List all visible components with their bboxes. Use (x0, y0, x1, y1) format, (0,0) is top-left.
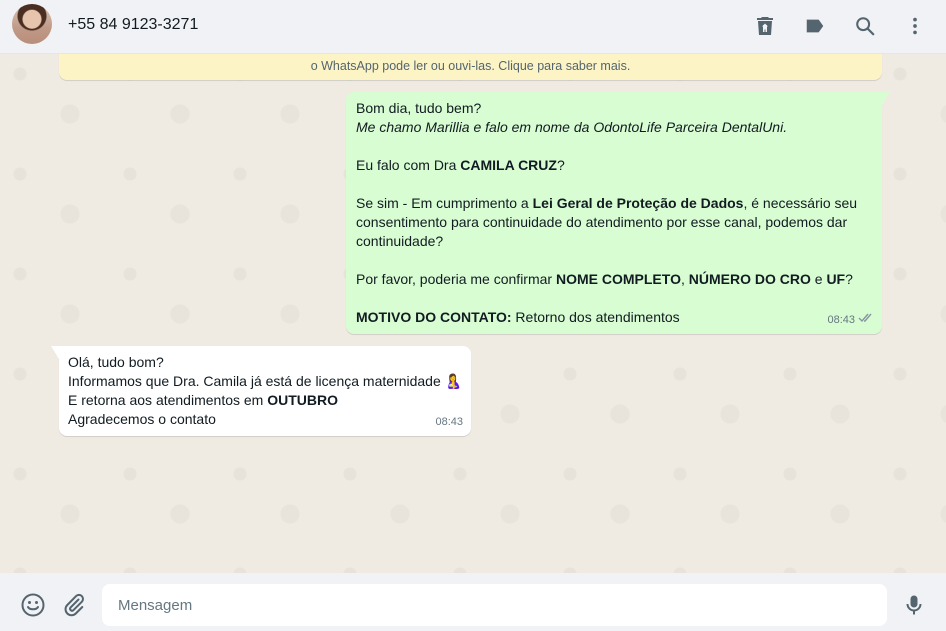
outgoing-message[interactable]: Bom dia, tudo bem? Me chamo Marillia e f… (346, 92, 890, 334)
bubble-tail (882, 92, 890, 105)
bold-text: CAMILA CRUZ (460, 157, 557, 173)
chat-area[interactable]: o WhatsApp pode ler ou ouvi-las. Clique … (0, 54, 946, 573)
label-icon[interactable] (803, 14, 827, 38)
search-icon[interactable] (853, 14, 877, 38)
message-line: continuidade? (356, 233, 444, 249)
encryption-notice-text: o WhatsApp pode ler ou ouvi-las. Clique … (310, 59, 631, 73)
message-line: Agradecemos o contato (68, 411, 216, 427)
bold-text: Lei Geral de Proteção de Dados (532, 195, 744, 211)
bold-text: NÚMERO DO CRO (688, 271, 811, 287)
message-time: 08:43 (435, 416, 463, 428)
text: ? (845, 271, 853, 287)
text: , é necessário seu (743, 195, 858, 211)
delete-icon[interactable] (753, 14, 777, 38)
message-line: Por favor, poderia me confirmar NOME COM… (356, 270, 872, 289)
incoming-message[interactable]: Olá, tudo bom? Informamos que Dra. Camil… (51, 346, 471, 436)
text: e (810, 271, 827, 287)
bold-text: OUTUBRO (267, 392, 339, 408)
italic-text: Me chamo Marillia e falo em nome da Odon… (356, 119, 788, 135)
breastfeeding-emoji: 🤱 (444, 373, 463, 389)
message-meta: 08:43 (827, 311, 874, 330)
bold-text: MOTIVO DO CONTATO: (356, 309, 512, 325)
message-line: Olá, tudo bom? (68, 354, 164, 370)
message-input[interactable] (102, 584, 887, 626)
message-line: Bom dia, tudo bem? (356, 100, 482, 116)
bold-text: NOME COMPLETO (555, 271, 681, 287)
text: E retorna aos atendimentos em (68, 392, 268, 408)
mic-icon[interactable] (901, 592, 927, 618)
text: Eu falo com Dra (356, 157, 461, 173)
contact-name[interactable]: +55 84 9123-3271 (68, 16, 198, 34)
text: Se sim - Em cumprimento a (356, 195, 533, 211)
message-line: E retorna aos atendimentos em OUTUBRO (68, 391, 462, 410)
message-line: consentimento para continuidade do atend… (356, 214, 848, 230)
message-line: MOTIVO DO CONTATO: Retorno dos atendimen… (356, 308, 872, 327)
chat-header: +55 84 9123-3271 (0, 0, 946, 54)
message-line: Me chamo Marillia e falo em nome da Odon… (356, 118, 872, 137)
menu-icon[interactable] (903, 14, 927, 38)
attach-icon[interactable] (61, 592, 87, 618)
text: Informamos que Dra. Camila já está de li… (68, 373, 445, 389)
message-line: Eu falo com Dra CAMILA CRUZ? (356, 156, 872, 175)
text: Retorno dos atendimentos (511, 309, 680, 325)
double-check-icon (858, 311, 874, 330)
message-line: Informamos que Dra. Camila já está de li… (68, 372, 462, 391)
emoji-icon[interactable] (20, 592, 46, 618)
bubble-tail (51, 346, 59, 359)
text: Por favor, poderia me confirmar (356, 271, 556, 287)
text: , (680, 271, 689, 287)
message-meta: 08:43 (435, 413, 463, 432)
message-time: 08:43 (827, 314, 855, 326)
compose-bar (0, 573, 946, 631)
contact-avatar[interactable] (12, 4, 52, 44)
bold-text: UF (826, 271, 846, 287)
encryption-notice[interactable]: o WhatsApp pode ler ou ouvi-las. Clique … (59, 54, 882, 80)
text: ? (556, 157, 565, 173)
message-line: Se sim - Em cumprimento a Lei Geral de P… (356, 194, 872, 213)
